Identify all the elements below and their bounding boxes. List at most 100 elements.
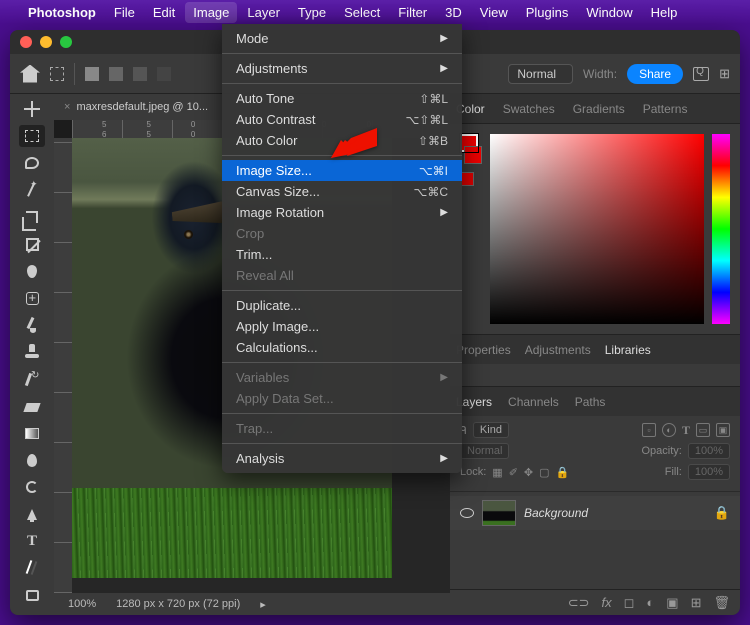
menu-layer[interactable]: Layer <box>247 5 280 20</box>
lock-artboard-icon[interactable]: ▢ <box>539 466 549 479</box>
menu-image-rotation[interactable]: Image Rotation▶ <box>222 202 462 223</box>
lock-position-icon[interactable]: ✥ <box>524 466 533 479</box>
search-icon[interactable] <box>693 67 709 81</box>
filter-pixel-icon[interactable]: ▫ <box>642 423 656 437</box>
menu-plugins[interactable]: Plugins <box>526 5 569 20</box>
menu-image-size[interactable]: Image Size...⌥⌘I <box>222 160 462 181</box>
minimize-traffic-light[interactable] <box>40 36 52 48</box>
tab-paths[interactable]: Paths <box>575 395 606 409</box>
menu-3d[interactable]: 3D <box>445 5 462 20</box>
dodge-tool[interactable] <box>19 476 45 498</box>
menubar-app[interactable]: Photoshop <box>28 5 96 20</box>
menu-auto-tone[interactable]: Auto Tone⇧⌘L <box>222 88 462 109</box>
menu-filter[interactable]: Filter <box>398 5 427 20</box>
fill-swatch3-icon[interactable] <box>133 67 147 81</box>
mode-select[interactable]: Normal <box>508 64 573 84</box>
blur-tool[interactable] <box>19 449 45 471</box>
shape-tool[interactable] <box>19 584 45 606</box>
gradient-tool[interactable] <box>19 422 45 444</box>
menu-canvas-size[interactable]: Canvas Size...⌥⌘C <box>222 181 462 202</box>
fill-swatch-icon[interactable] <box>85 67 99 81</box>
frame-tool[interactable] <box>19 233 45 255</box>
menu-duplicate[interactable]: Duplicate... <box>222 295 462 316</box>
lock-icon[interactable]: 🔒 <box>714 505 730 521</box>
marquee-preset-icon[interactable] <box>50 67 64 81</box>
fill-swatch2-icon[interactable] <box>109 67 123 81</box>
close-traffic-light[interactable] <box>20 36 32 48</box>
layer-thumbnail[interactable] <box>482 500 516 526</box>
hue-slider[interactable] <box>712 134 730 324</box>
menu-auto-contrast[interactable]: Auto Contrast⌥⇧⌘L <box>222 109 462 130</box>
menu-mode[interactable]: Mode▶ <box>222 28 462 49</box>
color-field[interactable] <box>490 134 704 324</box>
type-tool[interactable]: T <box>19 530 45 552</box>
menu-adjustments[interactable]: Adjustments▶ <box>222 58 462 79</box>
menu-select[interactable]: Select <box>344 5 380 20</box>
menu-window[interactable]: Window <box>586 5 632 20</box>
heal-tool[interactable] <box>19 287 45 309</box>
menu-auto-color[interactable]: Auto Color⇧⌘B <box>222 130 462 151</box>
move-tool[interactable] <box>19 98 45 120</box>
zoom-level[interactable]: 100% <box>68 598 96 610</box>
menu-apply-image[interactable]: Apply Image... <box>222 316 462 337</box>
marquee-tool[interactable] <box>19 125 45 147</box>
tab-properties[interactable]: Properties <box>456 343 511 357</box>
lock-transparent-icon[interactable]: ▦ <box>492 466 502 479</box>
info-arrow-icon[interactable]: ▸ <box>260 598 266 611</box>
wand-tool[interactable] <box>19 179 45 201</box>
pen-tool[interactable] <box>19 503 45 525</box>
fill-value[interactable]: 100% <box>688 464 730 480</box>
delete-icon[interactable]: 🗑 <box>713 595 730 611</box>
visibility-icon[interactable] <box>460 508 474 518</box>
menu-type[interactable]: Type <box>298 5 326 20</box>
fg-bg-swatches[interactable] <box>460 134 482 324</box>
fill-swatch4-icon[interactable] <box>157 67 171 81</box>
share-button[interactable]: Share <box>627 64 683 84</box>
menu-help[interactable]: Help <box>651 5 678 20</box>
path-tool[interactable] <box>19 557 45 579</box>
filter-kind[interactable]: Kind <box>473 422 509 438</box>
mask-icon[interactable]: ◻ <box>624 595 635 611</box>
fx-icon[interactable]: fx <box>602 595 612 610</box>
home-icon[interactable] <box>20 65 40 83</box>
history-brush-tool[interactable] <box>19 368 45 390</box>
blend-mode[interactable]: Normal <box>460 443 509 459</box>
lock-all-icon[interactable]: 🔒 <box>556 466 570 479</box>
tab-libraries[interactable]: Libraries <box>605 343 651 357</box>
menu-analysis[interactable]: Analysis▶ <box>222 448 462 469</box>
filter-adjust-icon[interactable]: ◐ <box>662 423 676 437</box>
brush-tool[interactable] <box>19 314 45 336</box>
mini-swatch[interactable] <box>460 172 474 186</box>
zoom-traffic-light[interactable] <box>60 36 72 48</box>
crop-tool[interactable] <box>19 206 45 228</box>
adjust-layer-icon[interactable]: ◐ <box>646 595 654 610</box>
lock-paint-icon[interactable]: ✐ <box>509 466 518 479</box>
tab-swatches[interactable]: Swatches <box>503 102 555 116</box>
workspace-icon[interactable]: ⊞ <box>719 66 730 82</box>
menu-calculations[interactable]: Calculations... <box>222 337 462 358</box>
eraser-tool[interactable] <box>19 395 45 417</box>
close-tab-icon[interactable]: × <box>64 101 70 113</box>
eyedropper-tool[interactable] <box>19 260 45 282</box>
filter-smart-icon[interactable]: ▣ <box>716 423 730 437</box>
menu-trim[interactable]: Trim... <box>222 244 462 265</box>
group-icon[interactable]: ▣ <box>666 595 678 611</box>
tab-channels[interactable]: Channels <box>508 395 559 409</box>
menu-view[interactable]: View <box>480 5 508 20</box>
tab-adjustments[interactable]: Adjustments <box>525 343 591 357</box>
opacity-value[interactable]: 100% <box>688 443 730 459</box>
tab-gradients[interactable]: Gradients <box>573 102 625 116</box>
link-icon[interactable]: ⊂⊃ <box>568 595 590 611</box>
filter-type-icon[interactable]: T <box>682 423 690 438</box>
doc-info[interactable]: 1280 px x 720 px (72 ppi) <box>116 598 240 610</box>
stamp-tool[interactable] <box>19 341 45 363</box>
layer-name[interactable]: Background <box>524 506 588 520</box>
filter-shape-icon[interactable]: ▭ <box>696 423 710 437</box>
tab-patterns[interactable]: Patterns <box>643 102 688 116</box>
menu-edit[interactable]: Edit <box>153 5 175 20</box>
lasso-tool[interactable] <box>19 152 45 174</box>
layer-row[interactable]: Background 🔒 <box>450 496 740 530</box>
background-swatch[interactable] <box>464 146 482 164</box>
menu-file[interactable]: File <box>114 5 135 20</box>
new-layer-icon[interactable]: ⊞ <box>691 595 702 611</box>
